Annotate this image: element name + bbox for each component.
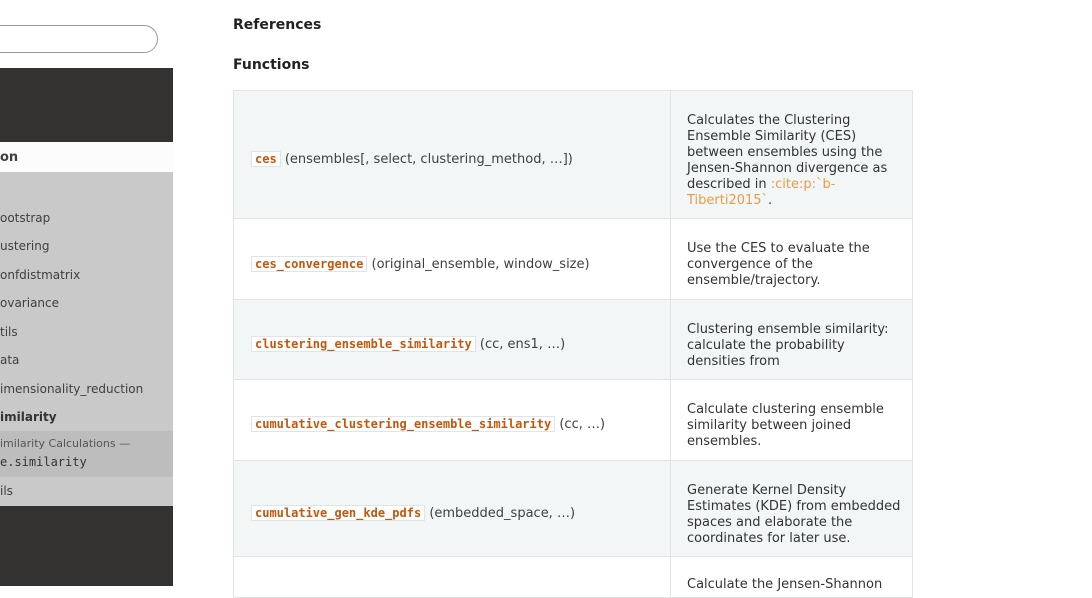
function-link[interactable]: ces (251, 151, 281, 167)
table-row: ces_convergence (original_ensemble, wind… (234, 219, 912, 300)
sidebar-item-label: imensionality_reduction (0, 382, 144, 396)
function-description: Calculate clustering ensemble similarity… (687, 402, 884, 449)
function-link[interactable]: cumulative_gen_kde_pdfs (251, 505, 426, 521)
table-row: Calculate the Jensen-Shannon (234, 557, 912, 597)
sidebar-item-similarity-calculations[interactable]: imilarity Calculations — e.similarity (0, 431, 173, 477)
function-args: (embedded_space, …) (429, 506, 576, 521)
function-args: (cc, ens1, …) (479, 337, 566, 352)
sidebar-item-clustering[interactable]: ustering (0, 232, 173, 260)
sidebar-item-confdistmatrix[interactable]: onfdistmatrix (0, 261, 173, 289)
table-row: ces (ensembles[, select, clustering_meth… (234, 91, 912, 219)
sidebar-active-module: e.similarity (0, 455, 87, 469)
function-args: (cc, …) (559, 417, 606, 432)
sidebar-item-label: ovariance (0, 296, 60, 310)
function-description: Calculate the Jensen-Shannon (687, 577, 883, 592)
function-link[interactable]: ces_convergence (251, 256, 368, 272)
function-description: Calculates the Clustering Ensemble Simil… (687, 113, 901, 209)
signature-cell: clustering_ensemble_similarity (cc, ens1… (234, 300, 671, 379)
references-heading: References (233, 17, 322, 33)
sidebar: on ootstrap ustering onfdistmatrix ovari… (0, 0, 173, 586)
function-signature: ces (ensembles[, select, clustering_meth… (251, 151, 573, 167)
sidebar-active-title: imilarity Calculations — (0, 437, 131, 450)
search-input[interactable] (0, 25, 158, 53)
sidebar-item-label: onfdistmatrix (0, 268, 81, 282)
functions-table: ces (ensembles[, select, clustering_meth… (233, 90, 913, 598)
table-row: cumulative_clustering_ensemble_similarit… (234, 380, 912, 461)
search-area (0, 0, 173, 68)
signature-cell: ces (ensembles[, select, clustering_meth… (234, 91, 671, 218)
function-signature: cumulative_clustering_ensemble_similarit… (251, 416, 606, 432)
function-link[interactable]: cumulative_clustering_ensemble_similarit… (251, 416, 556, 432)
function-signature: ces_convergence (original_ensemble, wind… (251, 256, 590, 272)
signature-cell: ces_convergence (original_ensemble, wind… (234, 219, 671, 299)
sidebar-current-label: on (0, 150, 19, 165)
signature-cell: cumulative_gen_kde_pdfs (embedded_space,… (234, 461, 671, 556)
sidebar-item-label: tils (0, 325, 18, 339)
sidebar-footer (0, 506, 173, 586)
sidebar-current-section[interactable]: on (0, 142, 173, 173)
sidebar-nav-list: ootstrap ustering onfdistmatrix ovarianc… (0, 173, 173, 506)
function-link[interactable]: clustering_ensemble_similarity (251, 336, 476, 352)
sidebar-item-utils-2[interactable]: ils (0, 477, 173, 505)
sidebar-item-label: ils (0, 484, 13, 498)
table-row: cumulative_gen_kde_pdfs (embedded_space,… (234, 461, 912, 557)
function-args: (ensembles[, select, clustering_method, … (284, 152, 573, 167)
function-signature: cumulative_gen_kde_pdfs (embedded_space,… (251, 505, 576, 521)
table-row: clustering_ensemble_similarity (cc, ens1… (234, 300, 912, 380)
sidebar-item-bootstrap[interactable]: ootstrap (0, 204, 173, 232)
sidebar-item-label: ustering (0, 239, 50, 253)
functions-heading: Functions (233, 57, 310, 73)
sidebar-item-dimensionality-reduction[interactable]: imensionality_reduction (0, 375, 173, 403)
sidebar-item-utils[interactable]: tils (0, 318, 173, 346)
sidebar-item-similarity[interactable]: imilarity (0, 403, 173, 431)
description-end: . (768, 193, 773, 208)
function-description: Use the CES to evaluate the convergence … (687, 241, 870, 288)
sidebar-item-label: ootstrap (0, 211, 51, 225)
function-description: Generate Kernel Density Estimates (KDE) … (687, 483, 901, 546)
sidebar-header (0, 68, 173, 142)
function-args: (original_ensemble, window_size) (371, 257, 590, 272)
sidebar-item-label: imilarity (0, 410, 57, 424)
sidebar-item-data[interactable]: ata (0, 346, 173, 374)
function-signature: clustering_ensemble_similarity (cc, ens1… (251, 336, 566, 352)
signature-cell: cumulative_clustering_ensemble_similarit… (234, 380, 671, 460)
sidebar-item-covariance[interactable]: ovariance (0, 289, 173, 317)
sidebar-item-label: ata (0, 353, 20, 367)
signature-cell (234, 557, 671, 597)
function-description: Clustering ensemble similarity: calculat… (687, 322, 889, 369)
